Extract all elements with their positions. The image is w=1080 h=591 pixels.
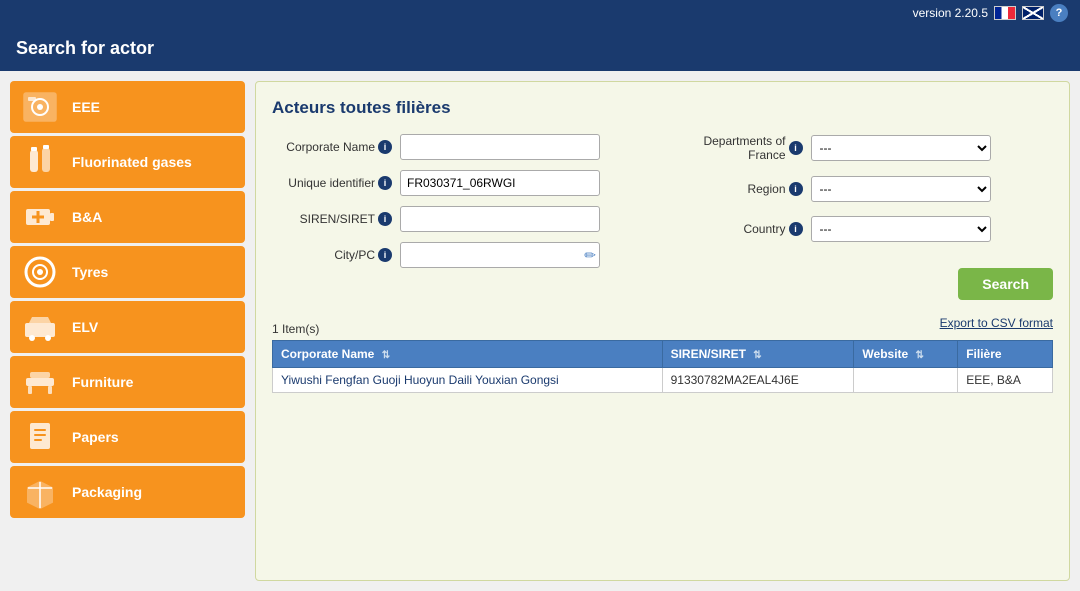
sidebar-label-bna: B&A [72,209,102,225]
corporate-name-row: Corporate Name i [272,134,653,160]
siren-siret-input[interactable] [400,206,600,232]
sidebar-label-papers: Papers [72,429,119,445]
departments-label: Departments ofFrance i [673,134,803,162]
papers-icon [18,418,62,456]
table-header-row: Corporate Name ⇅ SIREN/SIRET ⇅ Website ⇅ [273,341,1053,368]
region-label: Region i [673,182,803,196]
results-table: Corporate Name ⇅ SIREN/SIRET ⇅ Website ⇅ [272,340,1053,393]
sidebar-item-furniture[interactable]: Furniture [10,356,245,408]
form-right: Departments ofFrance i --- Region i --- [673,134,1054,300]
search-button-row: Search [673,264,1054,300]
country-info-icon[interactable]: i [789,222,803,236]
search-button[interactable]: Search [958,268,1053,300]
siren-siret-row: SIREN/SIRET i [272,206,653,232]
unique-identifier-info-icon[interactable]: i [378,176,392,190]
result-count: 1 Item(s) [272,322,319,336]
siren-siret-label: SIREN/SIRET i [272,212,392,226]
country-label: Country i [673,222,803,236]
sidebar-item-tyres[interactable]: Tyres [10,246,245,298]
help-icon[interactable]: ? [1050,4,1068,22]
cell-filiere: EEE, B&A [958,368,1053,393]
sort-website-icon: ⇅ [916,350,924,361]
battery-icon [18,198,62,236]
col-header-website[interactable]: Website ⇅ [854,341,958,368]
furniture-icon [18,363,62,401]
sidebar-label-eee: EEE [72,99,100,115]
corporate-name-link[interactable]: Yiwushi Fengfan Guoji Huoyun Daili Youxi… [281,373,559,387]
corporate-name-label: Corporate Name i [272,140,392,154]
city-pc-info-icon[interactable]: i [378,248,392,262]
section-title: Acteurs toutes filières [272,98,1053,118]
region-select[interactable]: --- [811,176,991,202]
gas-icon [18,143,62,181]
car-icon [18,308,62,346]
region-row: Region i --- [673,176,1054,202]
form-left: Corporate Name i Unique identifier i SIR… [272,134,653,300]
sidebar-label-furniture: Furniture [72,374,133,390]
sidebar-item-bna[interactable]: B&A [10,191,245,243]
unique-identifier-label: Unique identifier i [272,176,392,190]
export-csv-link[interactable]: Export to CSV format [940,316,1053,330]
sidebar-item-packaging[interactable]: Packaging [10,466,245,518]
unique-identifier-row: Unique identifier i [272,170,653,196]
main-layout: EEE Fluorinated gases [0,71,1080,591]
city-pc-label: City/PC i [272,248,392,262]
tyre-icon [18,253,62,291]
city-pc-field: ✏ [400,242,600,268]
corporate-name-input[interactable] [400,134,600,160]
sidebar-item-elv[interactable]: ELV [10,301,245,353]
sidebar-label-packaging: Packaging [72,484,142,500]
sidebar-item-fluorinated[interactable]: Fluorinated gases [10,136,245,188]
region-info-icon[interactable]: i [789,182,803,196]
sidebar-item-eee[interactable]: EEE [10,81,245,133]
sidebar-label-fluorinated: Fluorinated gases [72,154,192,170]
city-pc-edit-icon[interactable]: ✏ [584,247,596,264]
content-area: Acteurs toutes filières Corporate Name i… [255,81,1070,581]
sort-siren-icon: ⇅ [753,350,761,361]
page-title: Search for actor [16,38,154,58]
sidebar-item-papers[interactable]: Papers [10,411,245,463]
sort-corporate-name-icon: ⇅ [382,350,390,361]
cell-siren-siret: 91330782MA2EAL4J6E [662,368,854,393]
flag-uk-icon[interactable] [1022,6,1044,20]
col-header-filiere[interactable]: Filière [958,341,1053,368]
col-header-siren-siret[interactable]: SIREN/SIRET ⇅ [662,341,854,368]
city-pc-row: City/PC i ✏ [272,242,653,268]
sidebar: EEE Fluorinated gases [10,81,245,581]
unique-identifier-input[interactable] [400,170,600,196]
packaging-icon [18,473,62,511]
col-header-corporate-name[interactable]: Corporate Name ⇅ [273,341,663,368]
departments-info-icon[interactable]: i [789,141,803,155]
departments-select[interactable]: --- [811,135,991,161]
flag-french-icon[interactable] [994,6,1016,20]
sidebar-label-elv: ELV [72,319,98,335]
page-header: Search for actor [0,26,1080,71]
eee-icon [18,88,62,126]
version-label: version 2.20.5 [913,6,988,20]
siren-siret-info-icon[interactable]: i [378,212,392,226]
cell-corporate-name: Yiwushi Fengfan Guoji Huoyun Daili Youxi… [273,368,663,393]
corporate-name-info-icon[interactable]: i [378,140,392,154]
sidebar-label-tyres: Tyres [72,264,108,280]
top-bar: version 2.20.5 ? [0,0,1080,26]
cell-website [854,368,958,393]
results-section: 1 Item(s) Export to CSV format Corporate… [272,310,1053,393]
city-pc-input[interactable] [400,242,600,268]
country-select[interactable]: --- [811,216,991,242]
departments-row: Departments ofFrance i --- [673,134,1054,162]
country-row: Country i --- [673,216,1054,242]
table-row: Yiwushi Fengfan Guoji Huoyun Daili Youxi… [273,368,1053,393]
search-form: Corporate Name i Unique identifier i SIR… [272,134,1053,300]
